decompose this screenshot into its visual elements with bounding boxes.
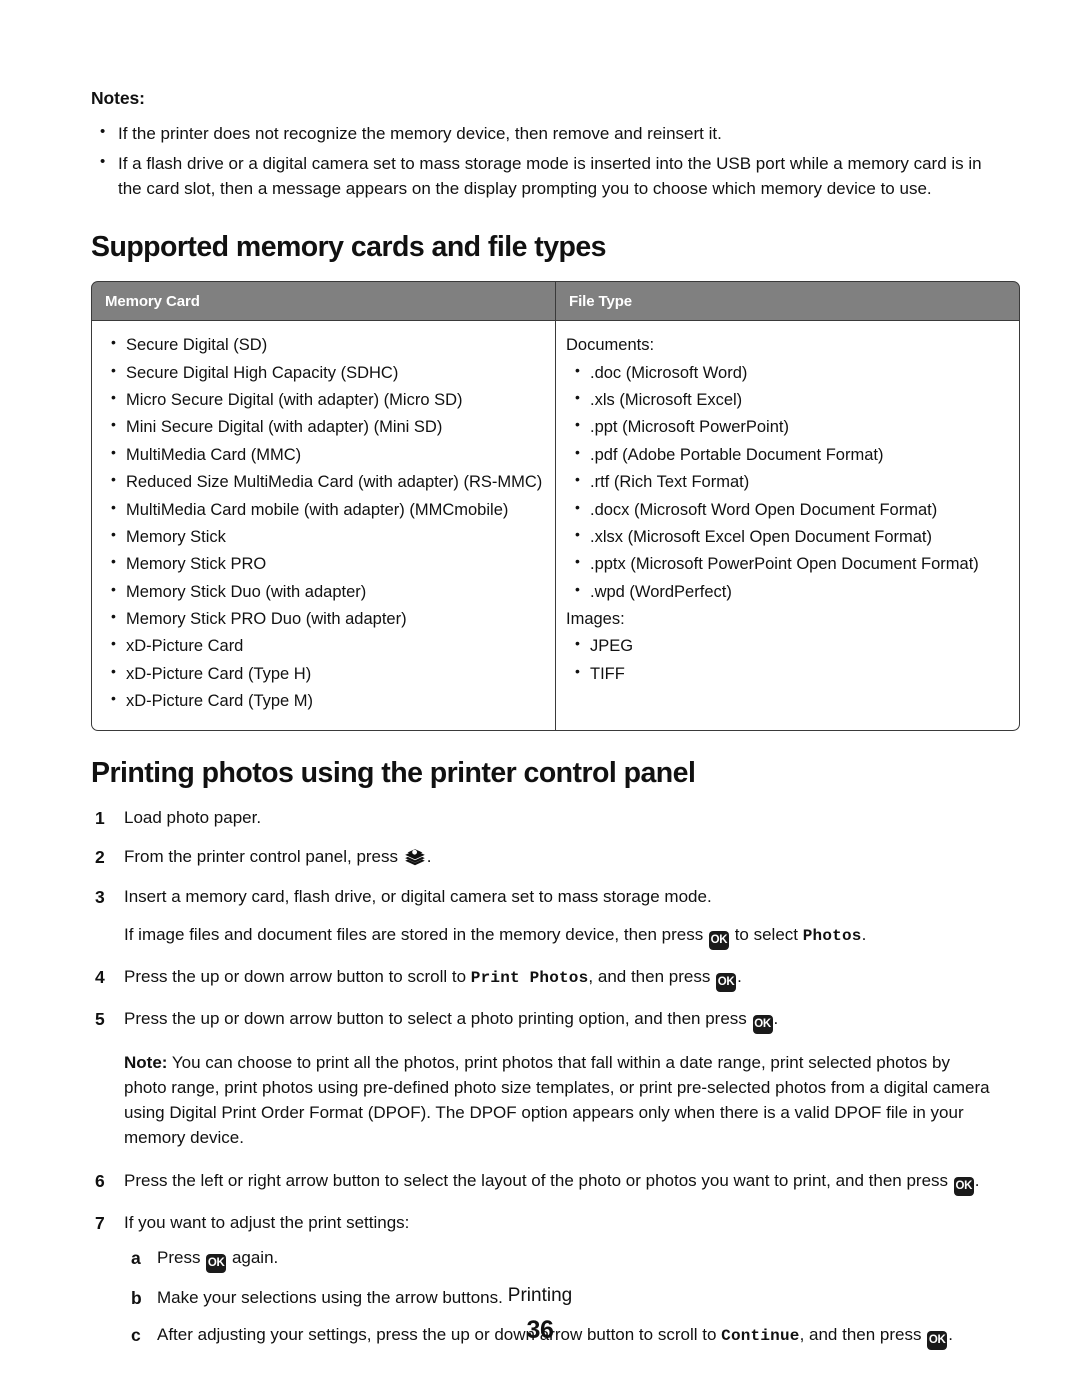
ok-key-icon: OK xyxy=(206,1253,227,1273)
list-item: Memory Stick PRO xyxy=(102,550,545,578)
cell-memory-cards: Secure Digital (SD) Secure Digital High … xyxy=(91,321,555,731)
step-text: Insert a memory card, flash drive, or di… xyxy=(124,886,712,906)
step-4: 4 Press the up or down arrow button to sc… xyxy=(91,964,991,993)
step-text: From the printer control panel, press xyxy=(124,847,399,867)
step-text-tail: . xyxy=(426,847,432,867)
step-text: If image files and document files are st… xyxy=(124,925,704,945)
photo-card-icon xyxy=(404,845,426,866)
substep-a: a Press OK again. xyxy=(124,1245,991,1273)
list-item: xD-Picture Card (Type H) xyxy=(102,660,545,688)
list-item: .pptx (Microsoft PowerPoint Open Documen… xyxy=(566,550,1009,578)
step-text-mid: to select xyxy=(734,925,799,945)
substep-text-tail: again. xyxy=(231,1247,279,1267)
step-text-tail: . xyxy=(974,1171,980,1191)
list-item: If a flash drive or a digital camera set… xyxy=(91,151,991,202)
table-row: Secure Digital (SD) Secure Digital High … xyxy=(91,321,1020,731)
list-item: .wpd (WordPerfect) xyxy=(566,578,1009,606)
section-heading-printing-photos: Printing photos using the printer contro… xyxy=(91,756,696,789)
list-item: .xlsx (Microsoft Excel Open Document For… xyxy=(566,523,1009,551)
procedure-steps: 1 Load photo paper. 2 From the printer con… xyxy=(91,805,991,1035)
step-5: 5 Press the up or down arrow button to se… xyxy=(91,1006,991,1035)
step-number: 5 xyxy=(95,1009,105,1030)
page-content: Notes: If the printer does not recognize… xyxy=(91,88,1020,1364)
list-item: .pdf (Adobe Portable Document Format) xyxy=(566,441,1009,469)
menu-name-photos: Photos xyxy=(802,927,862,946)
note-label: Note: xyxy=(124,1053,168,1073)
note-block: Note: You can choose to print all the ph… xyxy=(124,1051,991,1151)
step-1: 1 Load photo paper. xyxy=(91,805,991,831)
list-item: Micro Secure Digital (with adapter) (Mic… xyxy=(102,386,545,414)
list-item: .rtf (Rich Text Format) xyxy=(566,468,1009,496)
menu-name-print-photos: Print Photos xyxy=(470,969,589,988)
page-footer: Printing 36 xyxy=(0,1285,1080,1345)
step-text: Load photo paper. xyxy=(124,807,262,827)
step-number: 3 xyxy=(95,886,105,907)
step-text-tail: . xyxy=(773,1009,779,1029)
list-item: Secure Digital (SD) xyxy=(102,331,545,359)
step-number: 2 xyxy=(95,847,105,868)
list-item: Memory Stick xyxy=(102,523,545,551)
list-item: MultiMedia Card mobile (with adapter) (M… xyxy=(102,496,545,524)
list-item: xD-Picture Card xyxy=(102,632,545,660)
cell-file-types: Documents: .doc (Microsoft Word) .xls (M… xyxy=(555,321,1020,731)
list-item: JPEG xyxy=(566,632,1009,660)
notes-list: If the printer does not recognize the me… xyxy=(91,121,991,202)
list-item: Secure Digital High Capacity (SDHC) xyxy=(102,359,545,387)
list-item: If the printer does not recognize the me… xyxy=(91,121,991,147)
note-body: You can choose to print all the photos, … xyxy=(124,1053,990,1148)
list-item: TIFF xyxy=(566,660,1009,688)
step-3-continuation: If image files and document files are st… xyxy=(124,922,991,951)
ok-key-icon: OK xyxy=(716,973,737,993)
page-number: 36 xyxy=(526,1315,554,1344)
step-2: 2 From the printer control panel, press . xyxy=(91,844,991,870)
file-type-group-documents: Documents: xyxy=(566,336,655,355)
substep-letter: a xyxy=(131,1247,141,1268)
list-item: .xls (Microsoft Excel) xyxy=(566,386,1009,414)
supported-cards-table: Memory Card File Type Secure Digital (SD… xyxy=(91,281,1020,731)
list-item: Memory Stick Duo (with adapter) xyxy=(102,578,545,606)
footer-chapter-title: Printing xyxy=(507,1285,573,1306)
ok-key-icon: OK xyxy=(752,1015,773,1035)
list-item: .ppt (Microsoft PowerPoint) xyxy=(566,413,1009,441)
step-6: 6 Press the left or right arrow button to… xyxy=(91,1168,991,1197)
column-header-memory-card: Memory Card xyxy=(91,281,555,322)
file-type-group-images: Images: xyxy=(566,610,625,629)
step-text: Press the up or down arrow button to sel… xyxy=(124,1009,747,1029)
documents-list: .doc (Microsoft Word) .xls (Microsoft Ex… xyxy=(566,359,1009,606)
ok-key-icon: OK xyxy=(953,1177,974,1197)
list-item: MultiMedia Card (MMC) xyxy=(102,441,545,469)
list-item: .docx (Microsoft Word Open Document Form… xyxy=(566,496,1009,524)
list-item: Memory Stick PRO Duo (with adapter) xyxy=(102,605,545,633)
step-text-tail: . xyxy=(737,967,742,987)
table-header-row: Memory Card File Type xyxy=(91,281,1020,322)
notes-label: Notes: xyxy=(91,88,145,108)
images-list: JPEG TIFF xyxy=(566,632,1009,688)
step-text: Press the up or down arrow button to scr… xyxy=(124,967,467,987)
list-item: xD-Picture Card (Type M) xyxy=(102,687,545,715)
step-number: 1 xyxy=(95,807,105,828)
section-heading-supported-memory-cards: Supported memory cards and file types xyxy=(91,230,607,263)
list-item: Mini Secure Digital (with adapter) (Mini… xyxy=(102,413,545,441)
table-header: Memory Card File Type xyxy=(91,281,1020,322)
substep-text: Press xyxy=(157,1247,201,1267)
ok-key-icon: OK xyxy=(708,931,729,951)
step-3: 3 Insert a memory card, flash drive, or d… xyxy=(91,884,991,951)
step-number: 4 xyxy=(95,967,105,988)
step-number: 6 xyxy=(95,1171,105,1192)
step-text: Press the left or right arrow button to … xyxy=(124,1171,949,1191)
column-header-file-type: File Type xyxy=(555,281,1020,322)
list-item: Reduced Size MultiMedia Card (with adapt… xyxy=(102,468,545,496)
step-text-tail: . xyxy=(861,925,867,945)
step-text-mid: , and then press xyxy=(588,967,711,987)
step-number: 7 xyxy=(95,1213,105,1234)
document-page: Notes: If the printer does not recognize… xyxy=(0,0,1080,1397)
step-text: If you want to adjust the print settings… xyxy=(124,1213,410,1233)
table-body: Secure Digital (SD) Secure Digital High … xyxy=(91,321,1020,731)
memory-card-list: Secure Digital (SD) Secure Digital High … xyxy=(102,331,545,715)
list-item: .doc (Microsoft Word) xyxy=(566,359,1009,387)
